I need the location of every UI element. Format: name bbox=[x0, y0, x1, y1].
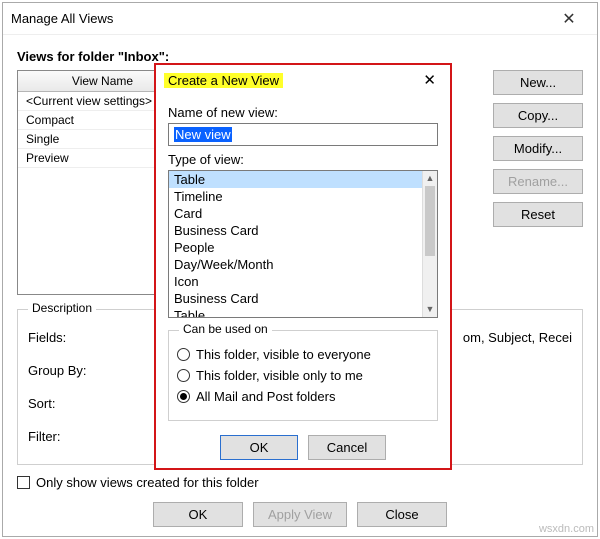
radio-row-all-folders[interactable]: All Mail and Post folders bbox=[177, 389, 429, 404]
can-be-used-on-group: Can be used on This folder, visible to e… bbox=[168, 330, 438, 421]
modify-button[interactable]: Modify... bbox=[493, 136, 583, 161]
modal-title: Create a New View bbox=[164, 73, 283, 88]
list-item[interactable]: Card bbox=[169, 205, 422, 222]
list-item[interactable]: Timeline bbox=[169, 188, 422, 205]
radio-all-folders[interactable] bbox=[177, 390, 190, 403]
list-item[interactable]: People bbox=[169, 239, 422, 256]
radio-row-only-me[interactable]: This folder, visible only to me bbox=[177, 368, 429, 383]
fields-value: om, Subject, Recei bbox=[463, 330, 572, 345]
parent-titlebar: Manage All Views ✕ bbox=[3, 3, 597, 35]
only-show-row[interactable]: Only show views created for this folder bbox=[17, 475, 583, 490]
filter-label: Filter: bbox=[28, 429, 108, 444]
side-buttons: New... Copy... Modify... Rename... Reset bbox=[493, 70, 583, 227]
copy-button[interactable]: Copy... bbox=[493, 103, 583, 128]
watermark: wsxdn.com bbox=[539, 523, 594, 535]
type-of-view-listbox[interactable]: Table Timeline Card Business Card People… bbox=[168, 170, 438, 318]
list-item[interactable]: Table bbox=[169, 307, 422, 318]
radio-everyone-label: This folder, visible to everyone bbox=[196, 347, 371, 362]
modal-buttons: OK Cancel bbox=[168, 435, 438, 460]
only-show-checkbox[interactable] bbox=[17, 476, 30, 489]
groupby-label: Group By: bbox=[28, 363, 108, 378]
modal-titlebar: Create a New View ✕ bbox=[156, 65, 450, 95]
sort-label: Sort: bbox=[28, 396, 108, 411]
parent-close-button[interactable]: ✕ bbox=[549, 9, 589, 29]
bottom-buttons: OK Apply View Close bbox=[17, 502, 583, 527]
list-item[interactable]: Icon bbox=[169, 273, 422, 290]
apply-view-button[interactable]: Apply View bbox=[253, 502, 347, 527]
modal-close-button[interactable]: ✕ bbox=[415, 71, 444, 89]
radio-only-me[interactable] bbox=[177, 369, 190, 382]
description-legend: Description bbox=[28, 301, 96, 315]
fields-label: Fields: bbox=[28, 330, 108, 345]
radio-only-me-label: This folder, visible only to me bbox=[196, 368, 363, 383]
views-for-label: Views for folder "Inbox": bbox=[17, 49, 583, 64]
ok-button[interactable]: OK bbox=[153, 502, 243, 527]
name-of-view-input[interactable]: New view bbox=[168, 123, 438, 146]
parent-title: Manage All Views bbox=[11, 11, 549, 26]
type-of-view-label: Type of view: bbox=[168, 152, 438, 167]
name-of-view-label: Name of new view: bbox=[168, 105, 438, 120]
reset-button[interactable]: Reset bbox=[493, 202, 583, 227]
name-value: New view bbox=[174, 127, 232, 142]
list-item[interactable]: Business Card bbox=[169, 222, 422, 239]
listbox-scrollbar[interactable]: ▲ ▼ bbox=[422, 171, 437, 317]
scroll-down-icon[interactable]: ▼ bbox=[423, 302, 437, 317]
radio-row-everyone[interactable]: This folder, visible to everyone bbox=[177, 347, 429, 362]
only-show-label: Only show views created for this folder bbox=[36, 475, 259, 490]
can-be-used-on-legend: Can be used on bbox=[179, 322, 272, 336]
create-new-view-dialog: Create a New View ✕ Name of new view: Ne… bbox=[154, 63, 452, 470]
radio-everyone[interactable] bbox=[177, 348, 190, 361]
scroll-thumb[interactable] bbox=[425, 186, 435, 256]
close-button[interactable]: Close bbox=[357, 502, 447, 527]
list-item[interactable]: Day/Week/Month bbox=[169, 256, 422, 273]
scroll-up-icon[interactable]: ▲ bbox=[423, 171, 437, 186]
list-item[interactable]: Business Card bbox=[169, 290, 422, 307]
rename-button[interactable]: Rename... bbox=[493, 169, 583, 194]
radio-all-folders-label: All Mail and Post folders bbox=[196, 389, 335, 404]
modal-cancel-button[interactable]: Cancel bbox=[308, 435, 386, 460]
list-item[interactable]: Table bbox=[169, 171, 422, 188]
modal-ok-button[interactable]: OK bbox=[220, 435, 298, 460]
new-button[interactable]: New... bbox=[493, 70, 583, 95]
